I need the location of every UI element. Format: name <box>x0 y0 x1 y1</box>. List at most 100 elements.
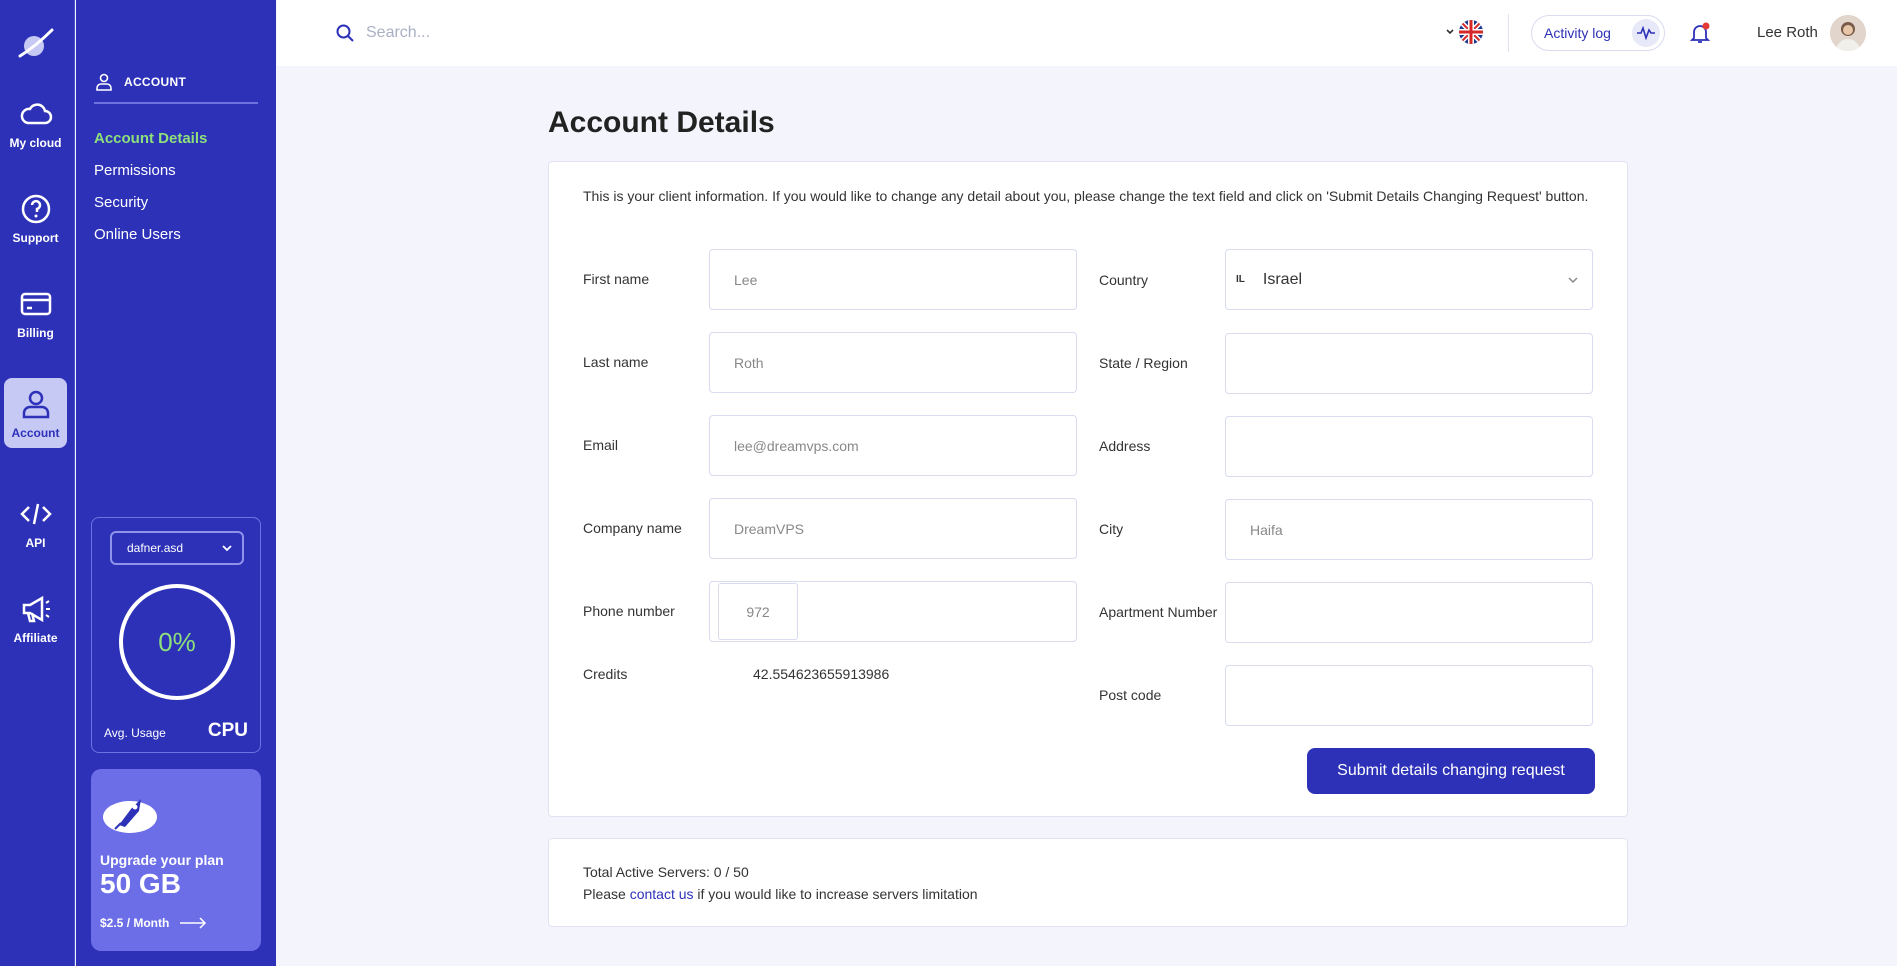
rail-label: Affiliate <box>13 631 58 645</box>
cloud-icon <box>20 103 52 125</box>
submit-details-button[interactable]: Submit details changing request <box>1307 748 1595 794</box>
company-name-value: DreamVPS <box>734 520 805 537</box>
card-icon <box>20 292 51 316</box>
search-icon[interactable] <box>335 23 355 43</box>
sidebar-item-account-details[interactable]: Account Details <box>94 130 207 147</box>
email-label: Email <box>583 437 619 453</box>
phone-prefix-value: 972 <box>746 603 770 620</box>
planet-logo-icon[interactable] <box>16 24 56 64</box>
sidebar-heading-label: ACCOUNT <box>124 75 187 89</box>
phone-number-label: Phone number <box>583 603 675 619</box>
intro-text: This is your client information. If you … <box>583 188 1589 204</box>
city-field[interactable]: Haifa <box>1225 499 1593 560</box>
page-title: Account Details <box>548 106 775 139</box>
top-bar: Activity log Lee Roth <box>277 0 1897 66</box>
rail-item-affiliate[interactable]: Affiliate <box>4 583 67 653</box>
state-region-field[interactable] <box>1225 333 1593 394</box>
last-name-value: Roth <box>734 354 764 371</box>
account-sidebar: ACCOUNT Account Details Permissions Secu… <box>76 0 276 966</box>
state-region-label: State / Region <box>1099 355 1188 371</box>
chevron-down-icon <box>222 545 232 552</box>
servers-info-card: Total Active Servers: 0 / 50 Please cont… <box>548 838 1628 927</box>
city-label: City <box>1099 521 1124 537</box>
divider <box>1508 14 1509 52</box>
code-icon <box>19 503 52 525</box>
avatar[interactable] <box>1830 15 1866 51</box>
first-name-value: Lee <box>734 271 758 288</box>
first-name-label: First name <box>583 271 650 287</box>
user-icon <box>22 390 49 419</box>
rail-label: Account <box>11 426 60 440</box>
chevron-down-icon <box>1568 277 1578 284</box>
account-details-card: This is your client information. If you … <box>548 161 1628 817</box>
active-servers-text: Total Active Servers: 0 / 50 <box>583 864 749 880</box>
rocket-icon <box>103 799 157 833</box>
rail-item-billing[interactable]: Billing <box>4 278 67 348</box>
upgrade-title: Upgrade your plan <box>100 852 224 868</box>
sidebar-item-permissions[interactable]: Permissions <box>94 162 176 179</box>
last-name-label: Last name <box>583 354 649 370</box>
arrow-right-icon[interactable] <box>179 917 207 929</box>
cpu-label: CPU <box>207 720 248 741</box>
user-icon <box>96 73 112 91</box>
rail-label: API <box>25 536 46 550</box>
rail-item-my-cloud[interactable]: My cloud <box>4 88 67 158</box>
upgrade-price-row: $2.5 / Month <box>100 916 207 930</box>
bell-icon[interactable] <box>1688 21 1712 45</box>
activity-log-label: Activity log <box>1544 25 1611 41</box>
uk-flag-icon <box>1459 20 1483 44</box>
megaphone-icon <box>22 595 50 623</box>
country-code: IL <box>1236 274 1245 285</box>
post-code-field[interactable] <box>1225 665 1593 726</box>
apartment-number-label: Apartment Number <box>1099 604 1218 620</box>
avg-usage-label: Avg. Usage <box>104 726 166 740</box>
rail-item-api[interactable]: API <box>4 488 67 558</box>
post-code-label: Post code <box>1099 687 1162 703</box>
phone-prefix-field[interactable]: 972 <box>718 583 798 640</box>
divider <box>94 102 258 104</box>
first-name-field[interactable]: Lee <box>709 249 1077 310</box>
chevron-down-icon <box>1446 29 1454 35</box>
email-field[interactable]: lee@dreamvps.com <box>709 415 1077 476</box>
phone-number-field[interactable]: 972 <box>709 581 1077 642</box>
apartment-number-field[interactable] <box>1225 582 1593 643</box>
country-label: Country <box>1099 272 1149 288</box>
rail-item-support[interactable]: Support <box>4 183 67 253</box>
country-value: Israel <box>1262 270 1303 288</box>
last-name-field[interactable]: Roth <box>709 332 1077 393</box>
upgrade-plan-card[interactable]: Upgrade your plan 50 GB $2.5 / Month <box>91 769 261 951</box>
cpu-usage-card: dafner.asd 0% Avg. Usage CPU <box>91 517 261 753</box>
contact-us-link[interactable]: contact us <box>630 886 694 902</box>
country-select[interactable]: IL Israel <box>1225 249 1593 310</box>
rail-item-account[interactable]: Account <box>4 378 67 448</box>
credits-value: 42.554623655913986 <box>753 666 890 682</box>
activity-log-button[interactable]: Activity log <box>1531 15 1665 51</box>
language-selector[interactable] <box>1444 19 1484 45</box>
question-icon <box>21 194 50 224</box>
pulse-icon <box>1632 19 1660 47</box>
cpu-percent: 0% <box>158 626 196 657</box>
upgrade-size: 50 GB <box>100 868 181 899</box>
servers-limit-suffix: if you would like to increase servers li… <box>693 886 978 902</box>
server-select[interactable]: dafner.asd <box>110 531 244 565</box>
rail-label: Support <box>12 231 59 245</box>
address-field[interactable] <box>1225 416 1593 477</box>
rail-label: My cloud <box>9 136 62 150</box>
icon-rail: My cloud Support Billing Account API Aff… <box>0 0 75 966</box>
sidebar-heading: ACCOUNT <box>94 72 334 92</box>
servers-limit-prefix: Please <box>583 886 630 902</box>
upgrade-price: $2.5 / Month <box>100 916 170 930</box>
servers-limit-text: Please contact us if you would like to i… <box>583 886 978 902</box>
company-name-label: Company name <box>583 520 682 536</box>
user-name[interactable]: Lee Roth <box>1757 24 1818 41</box>
credits-label: Credits <box>583 666 628 682</box>
cpu-gauge: 0% <box>119 584 235 700</box>
sidebar-item-online-users[interactable]: Online Users <box>94 226 181 243</box>
server-select-value: dafner.asd <box>127 541 184 555</box>
email-value: lee@dreamvps.com <box>734 437 859 454</box>
company-name-field[interactable]: DreamVPS <box>709 498 1077 559</box>
city-value: Haifa <box>1250 521 1283 538</box>
address-label: Address <box>1099 438 1151 454</box>
sidebar-item-security[interactable]: Security <box>94 194 148 211</box>
search-input[interactable] <box>366 18 766 48</box>
